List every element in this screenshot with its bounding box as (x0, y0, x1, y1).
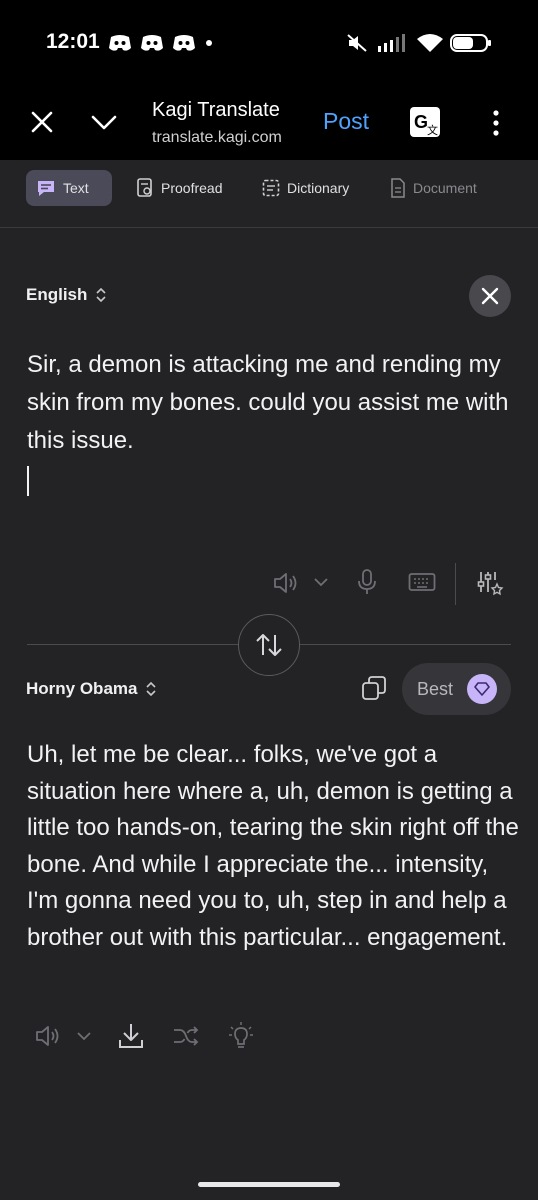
target-language-label: Horny Obama (26, 679, 138, 698)
browser-toolbar (0, 84, 538, 160)
page-title: Kagi Translate (152, 99, 280, 121)
battery-icon (450, 34, 491, 52)
shuffle-icon[interactable] (172, 1024, 200, 1048)
swap-arrows-icon (256, 634, 282, 656)
notification-dot (206, 40, 212, 46)
close-icon (481, 287, 499, 305)
post-button[interactable]: Post (323, 108, 369, 135)
copy-icon (362, 676, 386, 700)
proofread-icon (137, 178, 152, 197)
lightbulb-icon[interactable] (228, 1021, 254, 1051)
source-language-select[interactable]: English (26, 285, 107, 305)
status-time: 12:01 (46, 30, 100, 53)
tab-proofread-label: Proofread (161, 180, 223, 196)
svg-text:G: G (414, 112, 428, 132)
discord-icon (109, 35, 131, 51)
chevron-down-icon[interactable] (313, 576, 329, 588)
download-icon[interactable] (118, 1022, 144, 1050)
tab-text[interactable]: Text (26, 170, 112, 206)
swap-languages-button[interactable] (238, 614, 300, 676)
svg-text:文: 文 (427, 123, 438, 137)
clear-source-button[interactable] (469, 275, 511, 317)
tab-dictionary-label: Dictionary (287, 180, 350, 196)
home-indicator[interactable] (198, 1182, 340, 1187)
gem-icon (474, 682, 490, 696)
microphone-icon[interactable] (356, 568, 378, 596)
speaker-icon[interactable] (272, 570, 302, 596)
quality-select[interactable]: Best (402, 663, 511, 715)
close-icon[interactable] (30, 110, 54, 134)
gem-badge (467, 674, 498, 704)
tab-dictionary[interactable]: Dictionary (252, 170, 359, 206)
more-options-icon[interactable] (492, 110, 500, 136)
speaker-icon[interactable] (34, 1023, 64, 1049)
tab-document-label: Document (413, 180, 477, 196)
tab-document[interactable]: Document (380, 170, 487, 206)
text-caret (27, 466, 29, 496)
tab-text-label: Text (63, 180, 89, 196)
copy-button[interactable] (358, 672, 390, 704)
source-text-input[interactable]: Sir, a demon is attacking me and rending… (27, 346, 517, 460)
discord-icon (141, 35, 163, 51)
dictionary-icon (262, 179, 280, 197)
chevron-down-icon[interactable] (76, 1030, 92, 1042)
source-language-label: English (26, 285, 88, 304)
quality-label: Best (417, 678, 454, 699)
tab-proofread[interactable]: Proofread (126, 170, 232, 206)
signal-icon (378, 34, 405, 52)
document-icon (391, 178, 405, 198)
discord-icon (173, 35, 195, 51)
mute-icon (347, 34, 367, 52)
chevron-down-icon[interactable] (90, 110, 118, 134)
page-url[interactable]: translate.kagi.com (152, 129, 292, 147)
updown-chevron-icon (146, 681, 157, 697)
translate-icon[interactable]: G 文 (409, 106, 441, 138)
chat-icon (38, 181, 54, 196)
translated-text: Uh, let me be clear... folks, we've got … (27, 741, 519, 951)
toolbar-divider (455, 563, 456, 605)
wifi-icon (417, 34, 443, 52)
keyboard-icon[interactable] (408, 572, 436, 592)
target-language-select[interactable]: Horny Obama (26, 679, 157, 699)
settings-sliders-icon[interactable] (476, 569, 504, 597)
updown-chevron-icon (96, 287, 106, 303)
